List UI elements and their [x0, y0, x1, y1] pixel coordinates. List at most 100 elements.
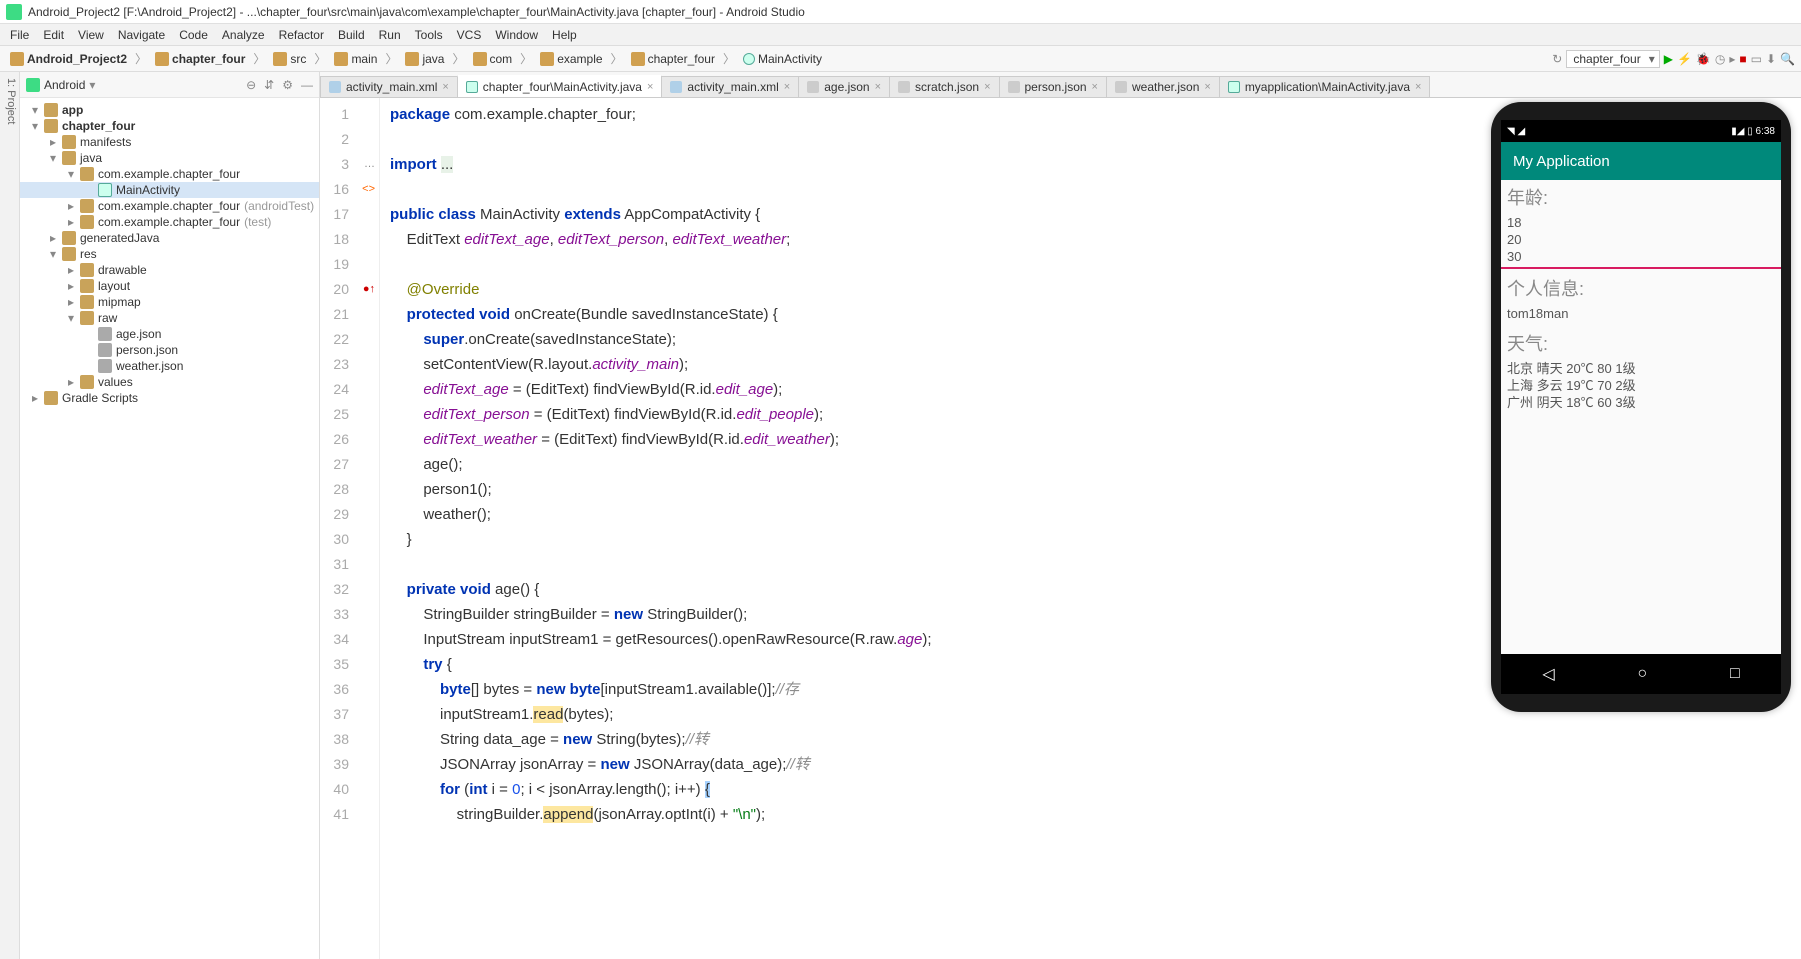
nav-home-icon[interactable]: ○ — [1637, 665, 1647, 683]
sync-icon[interactable]: ↻ — [1552, 52, 1562, 66]
tree-layout[interactable]: ▸layout — [20, 278, 319, 294]
tree-app[interactable]: ▾app — [20, 102, 319, 118]
section-person-value[interactable]: tom18man — [1501, 305, 1781, 324]
close-icon[interactable]: × — [784, 81, 790, 93]
sdk-icon[interactable]: ⬇ — [1766, 52, 1776, 66]
crumb-chapter_four[interactable]: chapter_four — [151, 51, 249, 67]
menu-vcs[interactable]: VCS — [451, 26, 488, 44]
menu-file[interactable]: File — [4, 26, 35, 44]
crumb-mainactivity[interactable]: MainActivity — [739, 51, 826, 67]
tree-res[interactable]: ▾res — [20, 246, 319, 262]
editor-body: 123…16<>17181920●↑2122232425262728293031… — [320, 98, 1801, 959]
menu-bar: FileEditViewNavigateCodeAnalyzeRefactorB… — [0, 24, 1801, 46]
tab-activity-main-xml[interactable]: activity_main.xml× — [661, 76, 799, 97]
menu-help[interactable]: Help — [546, 26, 583, 44]
menu-navigate[interactable]: Navigate — [112, 26, 171, 44]
run-icon[interactable]: ▶ — [1664, 52, 1673, 66]
dropdown-icon[interactable]: ▾ — [89, 78, 95, 92]
tab-chapter-four-mainactivity-java[interactable]: chapter_four\MainActivity.java× — [457, 75, 663, 97]
apply-changes-icon[interactable]: ⚡ — [1677, 52, 1692, 66]
tree-weather-json[interactable]: weather.json — [20, 358, 319, 374]
crumb-main[interactable]: main — [330, 51, 381, 67]
crumb-android_project2[interactable]: Android_Project2 — [6, 51, 131, 67]
editor-area: activity_main.xml×chapter_four\MainActiv… — [320, 72, 1801, 959]
emulator-app-title: My Application — [1513, 153, 1610, 170]
tab-age-json[interactable]: age.json× — [798, 76, 890, 97]
tree-gradle-scripts[interactable]: ▸Gradle Scripts — [20, 390, 319, 406]
emulator-frame: — ✕ ◥ ◢ ▮◢ ▯ 6:38 My Application 年龄: 18 … — [1491, 102, 1791, 712]
nav-recent-icon[interactable]: □ — [1730, 665, 1740, 683]
emulator-app-bar: My Application — [1501, 142, 1781, 180]
avd-icon[interactable]: ▭ — [1751, 52, 1762, 66]
tree-com-example-chapter-four[interactable]: ▸com.example.chapter_four (androidTest) — [20, 198, 319, 214]
tree-com-example-chapter-four[interactable]: ▸com.example.chapter_four (test) — [20, 214, 319, 230]
breadcrumb: Android_Project2〉chapter_four〉src〉main〉j… — [6, 50, 826, 67]
search-icon[interactable]: 🔍 — [1780, 52, 1795, 66]
debug-icon[interactable]: 🐞 — [1696, 52, 1711, 66]
crumb-chapter_four[interactable]: chapter_four — [627, 51, 719, 67]
menu-window[interactable]: Window — [489, 26, 544, 44]
tree-manifests[interactable]: ▸manifests — [20, 134, 319, 150]
android-icon — [26, 78, 40, 92]
nav-back-icon[interactable]: ◁ — [1542, 664, 1554, 684]
crumb-src[interactable]: src — [269, 51, 310, 67]
run-config-combo[interactable]: chapter_four — [1566, 50, 1659, 68]
line-gutter: 123…16<>17181920●↑2122232425262728293031… — [320, 98, 380, 959]
tree-drawable[interactable]: ▸drawable — [20, 262, 319, 278]
editor-tabs: activity_main.xml×chapter_four\MainActiv… — [320, 72, 1801, 98]
close-icon[interactable]: × — [984, 81, 990, 93]
emulator-status-bar: ◥ ◢ ▮◢ ▯ 6:38 — [1501, 120, 1781, 142]
tree-java[interactable]: ▾java — [20, 150, 319, 166]
menu-build[interactable]: Build — [332, 26, 371, 44]
tree-age-json[interactable]: age.json — [20, 326, 319, 342]
menu-edit[interactable]: Edit — [37, 26, 70, 44]
tree-generatedjava[interactable]: ▸generatedJava — [20, 230, 319, 246]
crumb-java[interactable]: java — [401, 51, 448, 67]
emulator-nav-bar: ◁ ○ □ — [1501, 654, 1781, 694]
tree-mainactivity[interactable]: MainActivity — [20, 182, 319, 198]
tree-chapter-four[interactable]: ▾chapter_four — [20, 118, 319, 134]
menu-code[interactable]: Code — [173, 26, 214, 44]
section-weather-value[interactable]: 北京 晴天 20℃ 80 1级 上海 多云 19℃ 70 2级 广州 阴天 18… — [1501, 360, 1781, 413]
project-view-mode[interactable]: Android — [44, 78, 85, 92]
section-person-label: 个人信息: — [1501, 271, 1781, 305]
profiler-icon[interactable]: ◷ — [1715, 52, 1725, 66]
close-icon[interactable]: × — [442, 81, 448, 93]
collapse-icon[interactable]: ⊖ — [246, 78, 256, 92]
tab-myapplication-mainactivity-java[interactable]: myapplication\MainActivity.java× — [1219, 76, 1431, 97]
tree-mipmap[interactable]: ▸mipmap — [20, 294, 319, 310]
close-icon[interactable]: × — [1415, 81, 1421, 93]
toolbar-right: ↻ chapter_four ▶ ⚡ 🐞 ◷ ▸ ■ ▭ ⬇ 🔍 — [1552, 50, 1795, 68]
settings-icon[interactable]: ⚙ — [282, 78, 293, 92]
tab-person-json[interactable]: person.json× — [999, 76, 1107, 97]
crumb-example[interactable]: example — [536, 51, 606, 67]
menu-view[interactable]: View — [72, 26, 110, 44]
menu-analyze[interactable]: Analyze — [216, 26, 271, 44]
close-icon[interactable]: × — [1092, 81, 1098, 93]
navigation-bar: Android_Project2〉chapter_four〉src〉main〉j… — [0, 46, 1801, 72]
attach-icon[interactable]: ▸ — [1729, 52, 1735, 66]
emulator-status-left: ◥ ◢ — [1507, 126, 1525, 137]
section-age-value[interactable]: 18 20 30 — [1501, 214, 1781, 269]
expand-icon[interactable]: ⇵ — [264, 78, 274, 92]
menu-run[interactable]: Run — [373, 26, 407, 44]
emulator-status-time: ▮◢ ▯ 6:38 — [1731, 126, 1775, 137]
tab-activity-main-xml[interactable]: activity_main.xml× — [320, 76, 458, 97]
close-icon[interactable]: × — [875, 81, 881, 93]
menu-refactor[interactable]: Refactor — [273, 26, 330, 44]
close-icon[interactable]: × — [1204, 81, 1210, 93]
tree-person-json[interactable]: person.json — [20, 342, 319, 358]
menu-tools[interactable]: Tools — [409, 26, 449, 44]
tree-raw[interactable]: ▾raw — [20, 310, 319, 326]
hide-icon[interactable]: — — [301, 78, 313, 92]
tab-weather-json[interactable]: weather.json× — [1106, 76, 1220, 97]
crumb-com[interactable]: com — [469, 51, 517, 67]
tool----project[interactable]: 1: Project — [5, 78, 17, 953]
tree-values[interactable]: ▸values — [20, 374, 319, 390]
stop-icon[interactable]: ■ — [1739, 52, 1746, 66]
tab-scratch-json[interactable]: scratch.json× — [889, 76, 999, 97]
emulator-content: 年龄: 18 20 30 个人信息: tom18man 天气: 北京 晴天 20… — [1501, 180, 1781, 654]
tree-com-example-chapter-four[interactable]: ▾com.example.chapter_four — [20, 166, 319, 182]
close-icon[interactable]: × — [647, 81, 653, 93]
section-weather-label: 天气: — [1501, 326, 1781, 360]
